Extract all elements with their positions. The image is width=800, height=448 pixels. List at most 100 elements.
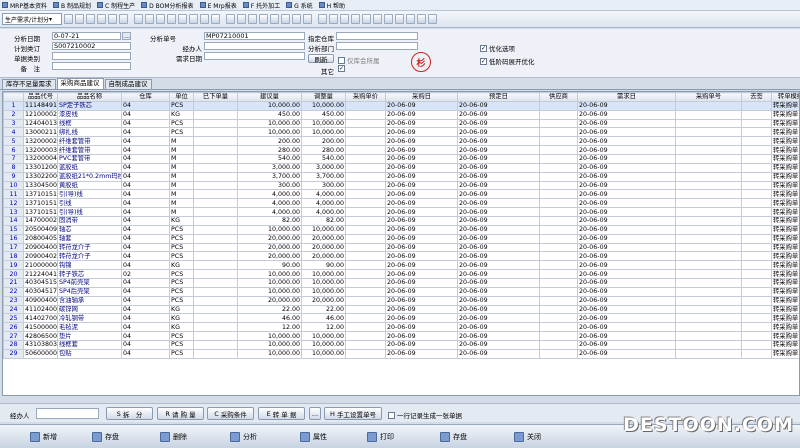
footer-button-7[interactable]: 关闭 xyxy=(514,429,541,445)
dept-field[interactable] xyxy=(336,42,418,50)
column-header[interactable]: 调整量 xyxy=(301,92,346,102)
toolbar-button-icon[interactable] xyxy=(156,14,165,24)
column-header[interactable]: 单位 xyxy=(169,92,194,102)
request-qty-button[interactable]: R请 购 量 xyxy=(157,407,204,420)
bottom-handler-field[interactable] xyxy=(36,408,99,419)
table-row[interactable]: 13 13710151 引(导)线 04 M 4,000.00 4,000.00 20-06-… xyxy=(3,207,799,218)
table-cell[interactable]: 26 xyxy=(3,322,24,333)
column-header[interactable]: 品品名称 xyxy=(57,92,122,102)
toolbar-button-icon[interactable] xyxy=(292,14,301,24)
table-row[interactable]: 24 41102400 碳锌网 04 KG 22.00 22.00 20-06-09 20-06… xyxy=(3,304,799,315)
table-cell[interactable]: 16 xyxy=(3,233,24,244)
split-button[interactable]: S拆 分 xyxy=(106,407,153,420)
table-cell[interactable]: 27 xyxy=(3,331,24,342)
toolbar-button-icon[interactable] xyxy=(178,14,187,24)
table-row[interactable]: 20 21224041 转子铁芯 02 PCS 10,000.00 10,000.00 20-… xyxy=(3,269,799,280)
table-cell[interactable]: 2 xyxy=(3,109,24,120)
menu-item-4[interactable]: E Mrp报表 xyxy=(199,1,237,10)
menu-item-5[interactable]: F 托外加工 xyxy=(242,1,280,10)
table-row[interactable]: 1 11148491 SP定子铁芯 04 PCS 10,000.00 10,000.00 20… xyxy=(3,100,799,111)
remark-field[interactable] xyxy=(52,62,131,70)
table-row[interactable]: 11 13710151 引(导)线 04 M 4,000.00 4,000.00 20-06-… xyxy=(3,189,799,200)
menu-item-2[interactable]: C 制程生产 xyxy=(97,1,135,10)
menu-item-6[interactable]: G 系统 xyxy=(286,1,313,10)
plan-field[interactable]: S007210002 xyxy=(52,42,131,50)
table-cell[interactable]: 14 xyxy=(3,216,24,226)
toolbar-button-icon[interactable] xyxy=(428,14,437,24)
toolbar-button-icon[interactable] xyxy=(318,14,327,24)
toolbar-button-icon[interactable] xyxy=(134,14,143,24)
table-row[interactable]: 17 20900400 转苻龙介子 04 PCS 20,000.00 20,000.00 20… xyxy=(3,242,799,253)
toolbar-button-icon[interactable] xyxy=(303,14,312,24)
table-row[interactable]: 6 13200003 纤维套管带 04 M 280.00 280.00 20-06-09 20-… xyxy=(3,145,799,156)
table-cell[interactable]: 6 xyxy=(3,145,24,156)
column-header[interactable]: 需求日 xyxy=(577,92,676,102)
toolbar-button-icon[interactable] xyxy=(211,14,220,24)
table-cell[interactable]: 11 xyxy=(3,189,24,200)
other-check-box[interactable]: ✓ xyxy=(338,65,345,72)
table-row[interactable]: 25 41402700 冷轧钢带 04 KG 46.00 46.00 20-06-09 20-0… xyxy=(3,313,799,324)
column-header[interactable]: 转单模组 xyxy=(771,92,799,102)
footer-button-5[interactable]: 打印 xyxy=(367,429,394,445)
table-row[interactable]: 19 21000000 钩锦 04 KG 90.00 90.00 20-06-09 20-06-… xyxy=(3,260,799,271)
table-row[interactable]: 7 13200004 PVC套管带 04 M 540.00 540.00 20-06-09 20… xyxy=(3,154,799,164)
one-doc-box[interactable] xyxy=(388,411,395,419)
table-cell[interactable]: 28 xyxy=(3,340,24,350)
table-row[interactable]: 3 12404013 线框 04 PCS 10,000.00 10,000.00 20-06-… xyxy=(3,118,799,129)
toolbar-button-icon[interactable] xyxy=(167,14,176,24)
column-header[interactable] xyxy=(3,92,24,102)
table-cell[interactable]: 7 xyxy=(3,154,24,164)
table-cell[interactable]: 1 xyxy=(3,100,24,111)
toolbar-button-icon[interactable] xyxy=(362,14,371,24)
table-row[interactable]: 21 40304515 SP4前壳架 04 PCS 10,000.00 10,000.00 2… xyxy=(3,278,799,288)
column-header[interactable]: 供应商 xyxy=(539,92,578,102)
menu-item-3[interactable]: D BOM分析报表 xyxy=(141,1,194,10)
column-header[interactable]: 品品代号 xyxy=(23,92,58,102)
more-button[interactable]: ... xyxy=(309,407,321,420)
table-row[interactable]: 8 13301200 蓝胶纸 04 M 3,000.00 3,000.00 20-06-09 2… xyxy=(3,162,799,173)
table-cell[interactable]: 18 xyxy=(3,251,24,262)
table-cell[interactable]: 24 xyxy=(3,304,24,315)
column-header[interactable]: 建议量 xyxy=(237,92,302,102)
table-row[interactable]: 28 43103803 线框套 04 PCS 10,000.00 10,000.00 20-0… xyxy=(3,340,799,350)
table-row[interactable]: 27 42806500 垫片 04 PCS 10,000.00 10,000.00 20-06… xyxy=(3,331,799,342)
toolbar-button-icon[interactable] xyxy=(64,14,73,24)
table-cell[interactable]: 4 xyxy=(3,127,24,138)
table-cell[interactable]: 10 xyxy=(3,180,24,191)
opt1-checkbox[interactable]: ✓ 优化选项 xyxy=(480,43,515,53)
toolbar-button-icon[interactable] xyxy=(395,14,404,24)
toolbar-button-icon[interactable] xyxy=(270,14,279,24)
toolbar-button-icon[interactable] xyxy=(417,14,426,24)
toolbar-button-icon[interactable] xyxy=(97,14,106,24)
toolbar-button-icon[interactable] xyxy=(75,14,84,24)
footer-button-2[interactable]: 删除 xyxy=(160,429,187,445)
table-row[interactable]: 29 50600000 包贴 04 PCS 10,000.00 10,000.00 20-06… xyxy=(3,348,799,359)
table-cell[interactable]: 15 xyxy=(3,224,24,235)
table-row[interactable]: 15 20500409 轴芯 04 PCS 10,000.00 10,000.00 20-06… xyxy=(3,224,799,235)
toolbar-button-icon[interactable] xyxy=(226,14,235,24)
manual-no-button[interactable]: H 手工设置单号 xyxy=(324,407,382,420)
table-cell[interactable]: 19 xyxy=(3,260,24,271)
toolbar-button-icon[interactable] xyxy=(108,14,117,24)
stock-only-checkbox[interactable]: 仅库会所属 xyxy=(338,55,380,65)
warehouse-field[interactable] xyxy=(336,32,418,40)
table-cell[interactable]: 29 xyxy=(3,348,24,359)
date-picker-button[interactable]: ... xyxy=(122,32,131,40)
toolbar-button-icon[interactable] xyxy=(329,14,338,24)
toolbar-button-icon[interactable] xyxy=(351,14,360,24)
toolbar-button-icon[interactable] xyxy=(281,14,290,24)
table-cell[interactable]: 5 xyxy=(3,136,24,147)
tab-selfmade[interactable]: 自制成品建议 xyxy=(104,79,152,89)
table-cell[interactable]: 20 xyxy=(3,269,24,280)
toolbar-button-icon[interactable] xyxy=(340,14,349,24)
column-header[interactable]: 去签 xyxy=(741,92,772,102)
toolbar-button-icon[interactable] xyxy=(237,14,246,24)
opt2-checkbox[interactable]: ✓ 低阶码展开优化 xyxy=(480,56,535,66)
table-row[interactable]: 4 13000211 绑扎线 04 PCS 10,000.00 10,000.00 20-06… xyxy=(3,127,799,138)
table-cell[interactable]: 17 xyxy=(3,242,24,253)
footer-button-6[interactable]: 存盘 xyxy=(440,429,467,445)
table-row[interactable]: 5 13200002 纤维套管带 04 M 200.00 200.00 20-06-09 20-… xyxy=(3,136,799,147)
toolbar-button-icon[interactable] xyxy=(248,14,257,24)
column-header[interactable]: 仓库 xyxy=(121,92,170,102)
footer-button-0[interactable]: 新增 xyxy=(30,429,57,445)
